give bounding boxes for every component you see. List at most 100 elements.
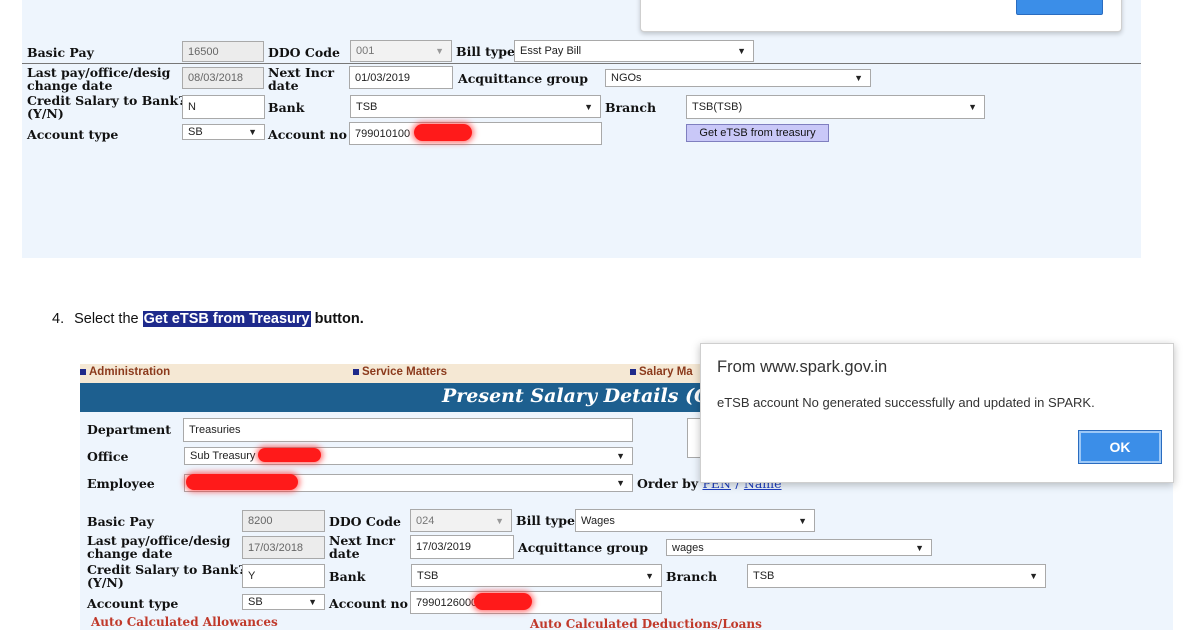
bottom-last-pay-change-label-line2: change date	[87, 546, 173, 561]
bottom-branch-label: Branch	[666, 569, 718, 584]
chevron-down-icon: ▼	[1029, 571, 1038, 581]
ddo-code-select[interactable]: 001 ▼	[350, 40, 452, 62]
basic-pay-field: 16500	[182, 41, 264, 62]
top-form-divider	[22, 63, 1141, 64]
instruction-step: 4. Select the Get eTSB from Treasury butt…	[52, 311, 364, 327]
department-field[interactable]: Treasuries	[183, 418, 633, 442]
credit-salary-label: Credit Salary to Bank? (Y/N)	[27, 94, 185, 120]
account-no-redaction	[414, 124, 472, 141]
step-prefix: Select the	[74, 311, 143, 327]
ok-button[interactable]: OK	[1078, 430, 1162, 464]
bottom-basic-pay-field: 8200	[242, 510, 325, 532]
bank-select[interactable]: TSB ▼	[350, 95, 601, 118]
employee-label: Employee	[87, 476, 155, 491]
step-suffix: button.	[310, 311, 364, 327]
office-value: Sub Treasury	[190, 450, 256, 462]
bottom-last-pay-change-field: 17/03/2018	[242, 536, 325, 559]
ddo-code-label: DDO Code	[268, 45, 340, 60]
bottom-acquittance-group-select[interactable]: wages ▼	[666, 539, 932, 556]
chevron-down-icon: ▼	[616, 478, 625, 488]
square-bullet-icon	[353, 368, 359, 375]
get-etsb-button[interactable]: Get eTSB from treasury	[686, 124, 829, 142]
last-pay-change-field: 08/03/2018	[182, 67, 264, 89]
chevron-down-icon: ▼	[584, 101, 593, 112]
bottom-acquittance-group-value: wages	[672, 541, 704, 554]
nav-administration-label: Administration	[89, 366, 171, 378]
last-pay-change-label: Last pay/office/desig change date	[27, 66, 170, 92]
department-label: Department	[87, 422, 172, 437]
nav-service-matters[interactable]: Service Matters	[353, 366, 447, 378]
chevron-down-icon: ▼	[737, 46, 746, 56]
chevron-down-icon: ▼	[854, 73, 863, 83]
next-incr-label-line2: date	[268, 78, 299, 93]
auto-allowances-heading: Auto Calculated Allowances	[91, 615, 278, 629]
office-redaction	[258, 448, 321, 462]
bottom-next-incr-label-line2: date	[329, 546, 360, 561]
account-type-value: SB	[188, 126, 203, 138]
square-bullet-icon	[630, 368, 636, 375]
chevron-down-icon: ▼	[915, 542, 924, 553]
bottom-account-no-value: 7990126000	[416, 596, 478, 609]
alert-dialog-message: eTSB account No generated successfully a…	[717, 395, 1095, 410]
bottom-bill-type-label: Bill type	[516, 513, 575, 528]
office-label: Office	[87, 449, 129, 464]
acquittance-group-label: Acquittance group	[458, 71, 589, 86]
account-no-label: Account no	[268, 127, 347, 142]
branch-select[interactable]: TSB(TSB) ▼	[686, 95, 985, 119]
order-by-text: Order by	[637, 476, 699, 491]
bottom-ddo-code-label: DDO Code	[329, 514, 401, 529]
alert-dialog-title: From www.spark.gov.in	[717, 358, 888, 376]
top-partial-dialog-button[interactable]	[1016, 0, 1103, 15]
bottom-account-type-label: Account type	[87, 596, 179, 611]
chevron-down-icon: ▼	[435, 46, 444, 56]
chevron-down-icon: ▼	[308, 597, 317, 607]
page-title-banner: Present Salary Details (Cu	[80, 383, 700, 412]
nav-salary-matters-label: Salary Ma	[639, 366, 693, 378]
bottom-account-type-value: SB	[248, 596, 263, 608]
chevron-down-icon: ▼	[616, 451, 625, 461]
bottom-account-type-select[interactable]: SB ▼	[242, 594, 325, 610]
bottom-credit-salary-field[interactable]: Y	[242, 564, 325, 588]
credit-salary-field[interactable]: N	[182, 95, 265, 119]
bottom-branch-select[interactable]: TSB ▼	[747, 564, 1046, 588]
account-type-select[interactable]: SB ▼	[182, 124, 265, 140]
branch-value: TSB(TSB)	[692, 101, 743, 113]
bottom-form-panel-right	[700, 483, 1173, 630]
bank-value: TSB	[356, 100, 378, 113]
step-number: 4.	[52, 311, 65, 327]
bank-label: Bank	[268, 100, 305, 115]
bill-type-value: Esst Pay Bill	[520, 45, 582, 57]
bottom-account-no-field[interactable]: 7990126000	[410, 591, 662, 614]
nav-administration[interactable]: Administration	[80, 366, 170, 378]
alert-dialog: From www.spark.gov.in eTSB account No ge…	[700, 343, 1174, 483]
auto-deductions-heading: Auto Calculated Deductions/Loans	[530, 617, 762, 631]
account-no-field[interactable]: 799010100	[349, 122, 602, 145]
step-highlight: Get eTSB from Treasury	[142, 311, 311, 327]
acquittance-group-select[interactable]: NGOs ▼	[605, 69, 871, 87]
employee-redaction	[186, 474, 298, 490]
bottom-last-pay-change-label: Last pay/office/desig change date	[87, 534, 230, 560]
chevron-down-icon: ▼	[798, 515, 807, 526]
bottom-ddo-code-select[interactable]: 024 ▼	[410, 509, 512, 532]
bottom-account-no-redaction	[474, 593, 532, 610]
account-no-value: 799010100	[355, 127, 411, 140]
bottom-bank-select[interactable]: TSB ▼	[411, 564, 662, 587]
next-incr-field[interactable]: 01/03/2019	[349, 66, 453, 89]
bottom-basic-pay-label: Basic Pay	[87, 514, 154, 529]
account-type-label: Account type	[27, 127, 119, 142]
bottom-bill-type-select[interactable]: Wages ▼	[575, 509, 815, 532]
bill-type-label: Bill type	[456, 44, 515, 59]
bottom-next-incr-field[interactable]: 17/03/2019	[410, 535, 514, 559]
next-incr-label: Next Incr date	[268, 66, 334, 92]
bottom-credit-salary-label-line2: (Y/N)	[87, 575, 124, 590]
acquittance-group-value: NGOs	[611, 72, 642, 84]
chevron-down-icon: ▼	[248, 127, 257, 137]
basic-pay-label: Basic Pay	[27, 45, 94, 60]
nav-salary-matters[interactable]: Salary Ma	[630, 366, 693, 378]
nav-service-matters-label: Service Matters	[362, 366, 448, 378]
bottom-bill-type-value: Wages	[581, 514, 615, 527]
bill-type-select[interactable]: Esst Pay Bill ▼	[514, 40, 754, 62]
bottom-bank-label: Bank	[329, 569, 366, 584]
office-select[interactable]: Sub Treasury ▼	[184, 447, 633, 465]
chevron-down-icon: ▼	[645, 570, 654, 581]
